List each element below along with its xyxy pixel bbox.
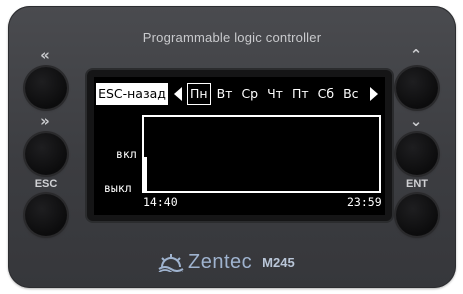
arrow-right-icon — [370, 87, 378, 101]
day-wed[interactable]: Ср — [238, 83, 261, 105]
up-button[interactable] — [396, 67, 438, 109]
schedule-graph — [142, 115, 381, 193]
brand-block: Zentec M245 — [158, 250, 295, 274]
left-top-button[interactable] — [25, 67, 67, 109]
model-name: M245 — [262, 254, 295, 270]
x-label-start: 14:40 — [143, 195, 178, 209]
double-chevron-up-icon: ⌃ — [409, 46, 423, 64]
sun-logo-icon — [158, 254, 184, 272]
double-chevron-down-icon: ⌄ — [409, 112, 423, 130]
x-label-end: 23:59 — [347, 195, 382, 209]
plc-device: Programmable logic controller « » ESC ⌃ … — [8, 6, 456, 288]
day-sun[interactable]: Вс — [340, 83, 361, 105]
y-label-on: вкл — [116, 147, 137, 161]
double-chevron-right-icon: » — [40, 112, 50, 130]
day-selector: Пн Вт Ср Чт Пт Сб Вс — [187, 83, 365, 105]
day-sat[interactable]: Сб — [315, 83, 337, 105]
device-title: Programmable logic controller — [142, 30, 322, 45]
day-mon[interactable]: Пн — [187, 83, 211, 105]
day-thu[interactable]: Чт — [264, 83, 286, 105]
day-fri[interactable]: Пт — [289, 83, 312, 105]
double-chevron-left-icon: « — [40, 46, 50, 64]
ent-button[interactable] — [396, 194, 438, 236]
day-tue[interactable]: Вт — [214, 83, 236, 105]
y-label-off: выкл — [104, 181, 132, 195]
esc-back-label: ESC-назад — [96, 83, 168, 105]
left-mid-button[interactable] — [25, 133, 67, 175]
brand-name: Zentec — [188, 250, 253, 273]
down-button[interactable] — [396, 133, 438, 175]
ent-label: ENT — [406, 178, 428, 190]
esc-button[interactable] — [25, 194, 67, 236]
lcd-screen: ESC-назад Пн Вт Ср Чт Пт Сб Вс вкл выкл … — [94, 77, 385, 215]
schedule-level-bar — [144, 157, 147, 191]
arrow-left-icon — [174, 87, 182, 101]
esc-label: ESC — [34, 178, 58, 190]
